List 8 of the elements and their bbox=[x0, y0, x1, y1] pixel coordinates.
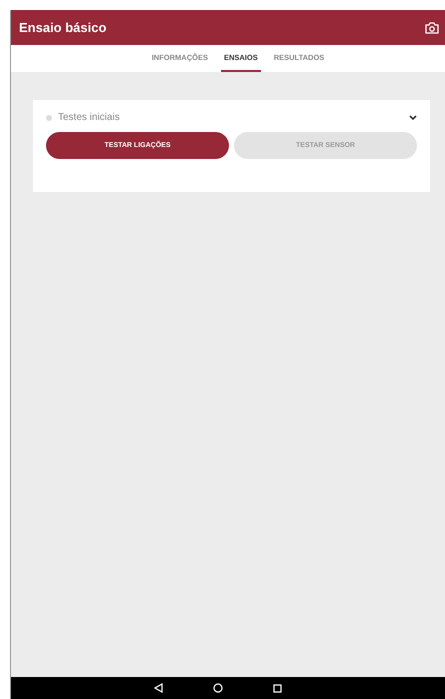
screen-title: Ensaio básico bbox=[19, 20, 106, 35]
chevron-down-icon[interactable] bbox=[409, 114, 417, 120]
back-icon[interactable] bbox=[154, 683, 163, 693]
home-icon[interactable] bbox=[213, 683, 223, 693]
recents-icon[interactable] bbox=[273, 684, 282, 692]
camera-icon[interactable] bbox=[425, 22, 439, 34]
status-dot bbox=[46, 114, 52, 120]
section-title: Testes iniciais bbox=[58, 112, 121, 123]
